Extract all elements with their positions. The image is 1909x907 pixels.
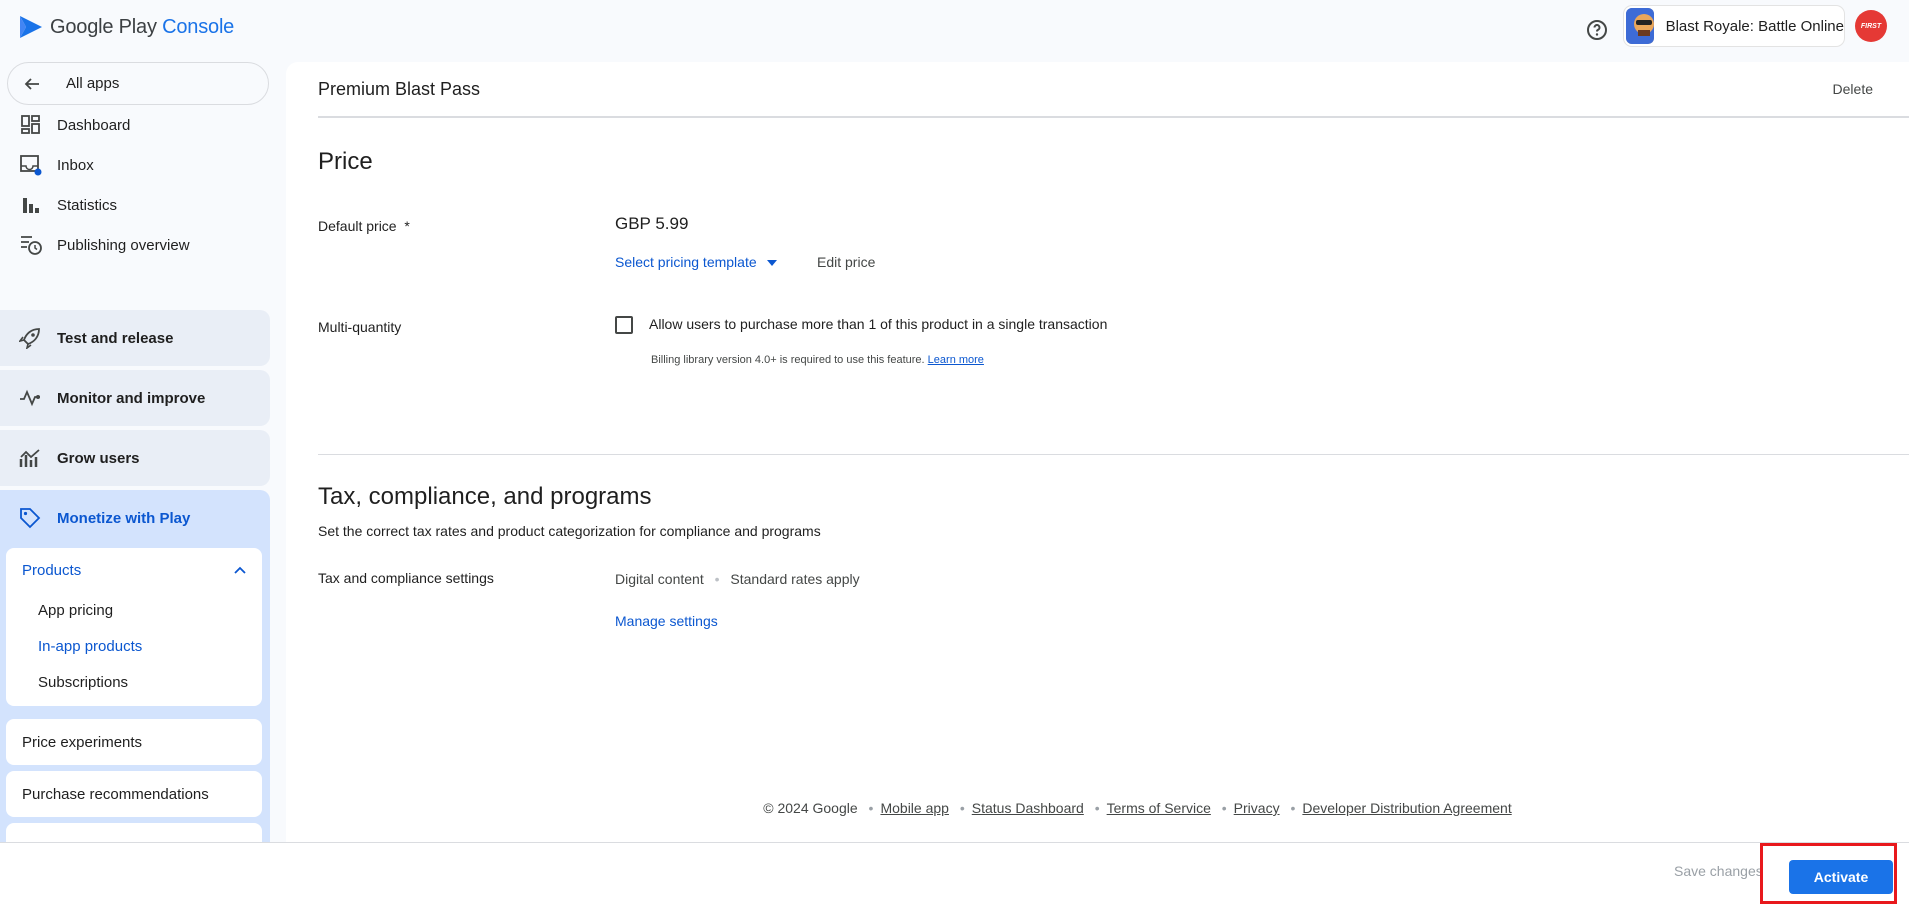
monetize-header[interactable]: Monetize with Play (0, 490, 270, 546)
app-thumbnail (1626, 8, 1654, 44)
sub-item-label: Subscriptions (38, 673, 129, 691)
play-console-logo[interactable]: Google Play Console (18, 14, 234, 40)
avatar-text: FIRST (1860, 22, 1882, 30)
tag-icon (18, 506, 42, 530)
sidebar-item-label: Publishing overview (57, 236, 190, 254)
logo-text: Google Play Console (50, 15, 235, 38)
tax-settings-label: Tax and compliance settings (318, 570, 494, 586)
save-changes-button[interactable]: Save changes (1674, 863, 1763, 879)
top-bar: Google Play Console Blast Royale: Battle… (0, 0, 1909, 62)
publishing-icon (20, 234, 42, 256)
sidebar-item-app-pricing[interactable]: App pricing (6, 592, 262, 628)
tax-section-title: Tax, compliance, and programs (318, 483, 652, 510)
product-header: Premium Blast Pass Delete (318, 62, 1909, 118)
sidebar-item-statistics[interactable]: Statistics (0, 186, 270, 224)
tax-settings-value: Digital content • Standard rates apply (615, 571, 860, 587)
dropdown-arrow-icon (766, 260, 777, 267)
edit-price-button[interactable]: Edit price (817, 254, 875, 270)
sidebar-group-label: Test and release (57, 329, 174, 347)
footer-link-terms[interactable]: Terms of Service (1107, 800, 1211, 816)
billing-note: Billing library version 4.0+ is required… (651, 354, 984, 366)
pulse-icon (18, 386, 42, 410)
sidebar-item-price-experiments[interactable]: Price experiments (6, 719, 262, 765)
price-section-title: Price (318, 148, 373, 175)
bottom-action-bar: Save changes Activate (0, 842, 1909, 907)
activate-label: Activate (1813, 869, 1869, 885)
price-value: GBP 5.99 (615, 214, 689, 233)
sidebar-group-test-and-release[interactable]: Test and release (0, 310, 270, 366)
sidebar-item-label: Purchase recommendations (22, 785, 209, 803)
app-name: Blast Royale: Battle Online (1665, 17, 1844, 35)
footer-link-privacy[interactable]: Privacy (1234, 800, 1280, 816)
sidebar: All apps Dashboard Inbox Statistics Publ… (0, 62, 280, 842)
sidebar-group-grow-users[interactable]: Grow users (0, 430, 270, 486)
sidebar-item-dashboard[interactable]: Dashboard (0, 106, 270, 144)
required-mark: * (404, 218, 410, 234)
bar-chart-icon (20, 194, 42, 216)
chevron-up-icon (234, 566, 246, 574)
all-apps-button[interactable]: All apps (7, 62, 269, 105)
select-template-label: Select pricing template (615, 254, 757, 270)
sidebar-item-purchase-recommendations[interactable]: Purchase recommendations (6, 771, 262, 817)
select-pricing-template-dropdown[interactable]: Select pricing template (615, 254, 777, 270)
page-title: Premium Blast Pass (318, 78, 481, 99)
multi-quantity-checkbox[interactable] (615, 316, 633, 334)
sidebar-item-publishing-overview[interactable]: Publishing overview (0, 226, 270, 264)
learn-more-link[interactable]: Learn more (928, 354, 984, 366)
delete-button[interactable]: Delete (1833, 81, 1873, 97)
app-selector[interactable]: Blast Royale: Battle Online (1624, 6, 1844, 46)
arrow-back-icon (24, 77, 39, 90)
sidebar-group-monitor-and-improve[interactable]: Monitor and improve (0, 370, 270, 426)
default-price-label: Default price * (318, 218, 410, 234)
monetize-label: Monetize with Play (57, 509, 191, 527)
products-header[interactable]: Products (6, 548, 262, 592)
help-icon[interactable] (1585, 18, 1609, 42)
tax-rates: Standard rates apply (730, 571, 860, 587)
products-card: Products App pricing In-app products Sub… (6, 548, 262, 706)
sidebar-item-more[interactable] (6, 823, 262, 842)
sidebar-group-label: Grow users (57, 449, 140, 467)
sub-item-label: App pricing (38, 601, 114, 619)
all-apps-label: All apps (66, 75, 120, 92)
sidebar-item-label: Price experiments (22, 733, 143, 751)
footer-link-dda[interactable]: Developer Distribution Agreement (1302, 800, 1511, 816)
section-divider (318, 454, 1909, 455)
manage-settings-link[interactable]: Manage settings (615, 613, 718, 629)
sidebar-item-inbox[interactable]: Inbox (0, 146, 270, 184)
tax-section-subtitle: Set the correct tax rates and product ca… (318, 523, 821, 539)
sidebar-item-label: Dashboard (57, 116, 131, 134)
account-avatar[interactable]: FIRST (1855, 10, 1887, 42)
multi-quantity-label: Multi-quantity (318, 319, 402, 335)
rocket-icon (18, 326, 42, 350)
tax-category: Digital content (615, 571, 704, 587)
activate-button[interactable]: Activate (1789, 860, 1893, 894)
sidebar-item-in-app-products[interactable]: In-app products (6, 628, 262, 664)
copyright: © 2024 Google (763, 800, 858, 816)
main-content: Premium Blast Pass Delete Price Default … (286, 62, 1909, 842)
play-logo-icon (20, 16, 42, 38)
sidebar-item-label: Statistics (57, 196, 118, 214)
multi-quantity-checkbox-label: Allow users to purchase more than 1 of t… (649, 316, 1108, 332)
growth-icon (18, 446, 42, 470)
dashboard-icon (20, 114, 42, 136)
sub-item-label: In-app products (38, 637, 143, 655)
sidebar-item-subscriptions[interactable]: Subscriptions (6, 664, 262, 700)
inbox-icon (20, 154, 42, 176)
footer-link-status-dashboard[interactable]: Status Dashboard (972, 800, 1084, 816)
footer: © 2024 Google • Mobile app • Status Dashbo… (763, 800, 1512, 816)
products-label: Products (22, 561, 82, 579)
sidebar-group-label: Monitor and improve (57, 389, 206, 407)
footer-link-mobile-app[interactable]: Mobile app (880, 800, 949, 816)
sidebar-item-label: Inbox (57, 156, 94, 174)
